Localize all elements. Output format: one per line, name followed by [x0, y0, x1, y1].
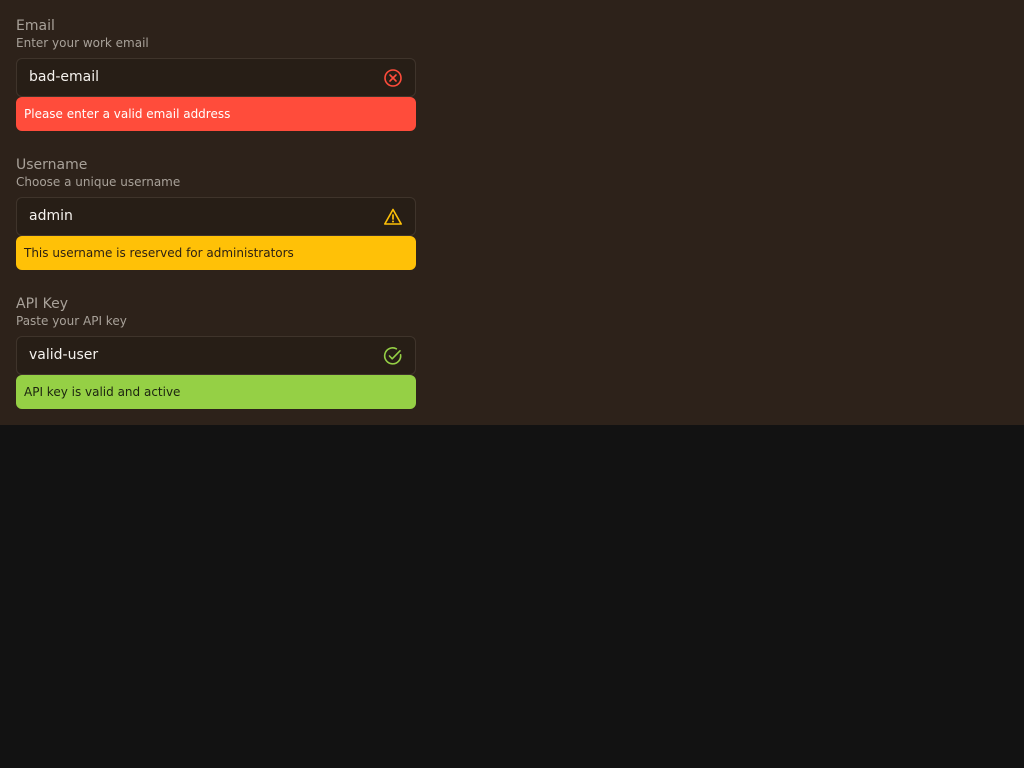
form-panel: Email Enter your work email Please enter…	[0, 0, 1024, 425]
api-key-hint: Paste your API key	[16, 314, 127, 328]
email-input[interactable]: bad-email	[16, 58, 416, 97]
api-key-label: API Key	[16, 296, 68, 312]
email-error-message: Please enter a valid email address	[16, 97, 416, 131]
email-hint: Enter your work email	[16, 36, 149, 50]
username-warning-message: This username is reserved for administra…	[16, 236, 416, 270]
api-key-input-value[interactable]: valid-user	[29, 337, 98, 374]
username-label: Username	[16, 157, 88, 173]
email-input-value[interactable]: bad-email	[29, 59, 99, 96]
warning-triangle-icon	[383, 207, 403, 227]
username-warning-text: This username is reserved for administra…	[24, 246, 294, 260]
email-error-text: Please enter a valid email address	[24, 107, 231, 121]
api-key-success-text: API key is valid and active	[24, 385, 181, 399]
username-hint: Choose a unique username	[16, 175, 181, 189]
api-key-input[interactable]: valid-user	[16, 336, 416, 375]
username-input[interactable]: admin	[16, 197, 416, 236]
email-label: Email	[16, 18, 55, 34]
error-circle-x-icon	[383, 68, 403, 88]
success-check-circle-icon	[383, 346, 403, 366]
api-key-success-message: API key is valid and active	[16, 375, 416, 409]
username-input-value[interactable]: admin	[29, 198, 73, 235]
